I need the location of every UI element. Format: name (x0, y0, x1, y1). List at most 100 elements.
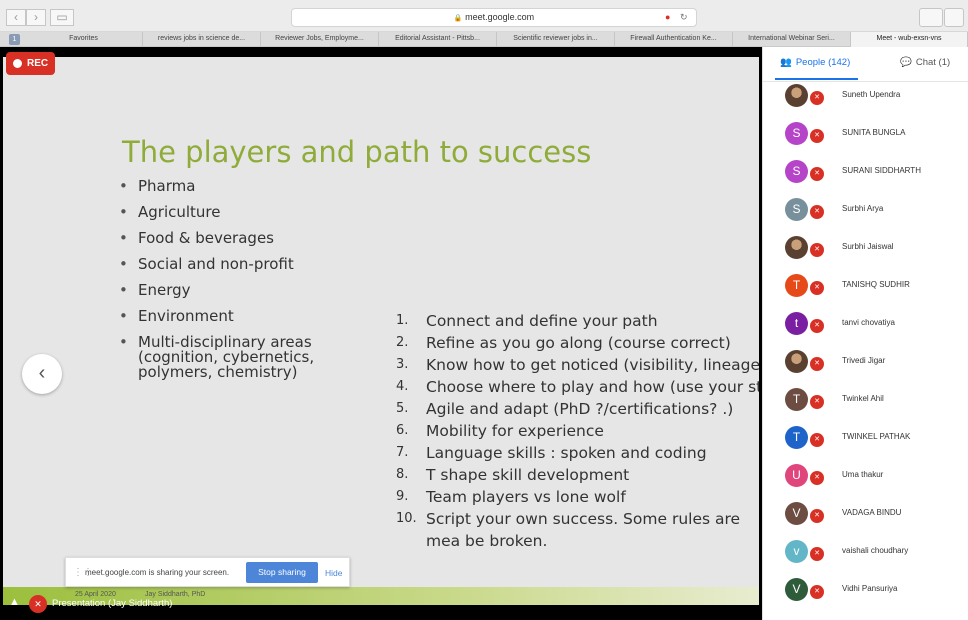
reload-icon[interactable]: ↻ (680, 9, 688, 26)
step-item: 1. Connect and define your path (396, 312, 658, 330)
participant-row[interactable]: ✕ Suneth Upendra (763, 81, 968, 119)
tab-editorial-assistant[interactable]: Editorial Assistant - Pittsb... (379, 32, 497, 47)
avatar: S (785, 198, 808, 221)
forward-button[interactable]: › (26, 9, 46, 26)
people-icon: 👥 (780, 57, 792, 68)
chat-icon: 💬 (900, 57, 912, 68)
shared-slide: The players and path to success Pharma A… (3, 57, 759, 605)
participant-name: Surbhi Arya (842, 204, 884, 213)
mic-off-icon: ✕ (810, 509, 824, 523)
participant-row[interactable]: S ✕ SUNITA BUNGLA (763, 119, 968, 157)
step-item: 4. Choose where to play and how (use your… (396, 378, 759, 396)
mic-icon[interactable]: ● (665, 9, 670, 26)
participant-name: vaishali choudhary (842, 546, 909, 555)
participant-name: Surbhi Jaiswal (842, 242, 894, 251)
participant-row[interactable]: S ✕ Surbhi Arya (763, 195, 968, 233)
step-item: 3. Know how to get noticed (visibility, l… (396, 356, 759, 374)
stop-sharing-button[interactable]: Stop sharing (246, 562, 318, 583)
record-dot-icon (13, 59, 22, 68)
avatar: S (785, 122, 808, 145)
avatar: V (785, 502, 808, 525)
avatar (785, 84, 808, 107)
participant-row[interactable]: t ✕ tanvi chovatiya (763, 309, 968, 347)
back-button[interactable]: ‹ (6, 9, 26, 26)
step-item: 6. Mobility for experience (396, 422, 604, 440)
participant-row[interactable]: V ✕ Vidhi Pansuriya (763, 575, 968, 613)
participant-row[interactable]: S ✕ SURANI SIDDHARTH (763, 157, 968, 195)
sector-item: Energy (119, 283, 314, 299)
recording-badge: REC (6, 52, 55, 75)
tab-reviews-jobs[interactable]: reviews jobs in science de... (143, 32, 261, 47)
address-bar[interactable]: 🔒 meet.google.com ● ↻ (291, 8, 697, 27)
hide-sharing-bar-link[interactable]: Hide (325, 568, 342, 578)
participant-row[interactable]: ✕ Trivedi Jigar (763, 347, 968, 385)
tabs-overview-icon[interactable] (944, 8, 964, 27)
avatar: T (785, 426, 808, 449)
mic-off-icon: ✕ (810, 357, 824, 371)
sidebar-toggle-icon[interactable]: ▭ (50, 9, 74, 26)
participant-row[interactable]: T ✕ TWINKEL PATHAK (763, 423, 968, 461)
mic-off-icon: ✕ (810, 471, 824, 485)
mic-off-icon: ✕ (810, 129, 824, 143)
mic-off-icon: ✕ (810, 585, 824, 599)
participant-row[interactable]: V ✕ VADAGA BINDU (763, 499, 968, 537)
participant-row[interactable]: T ✕ TANISHQ SUDHIR (763, 271, 968, 309)
participant-name: SURANI SIDDHARTH (842, 166, 921, 175)
mic-off-icon: ✕ (810, 167, 824, 181)
tab-reviewer-jobs[interactable]: Reviewer Jobs, Employme... (261, 32, 379, 47)
tab-favorites[interactable]: Favorites (25, 32, 143, 47)
slide-title: The players and path to success (122, 135, 592, 169)
tab-meet[interactable]: Meet - wub-exsn-vns (851, 32, 968, 47)
presenter-mic-off-icon: ✕ (29, 595, 47, 613)
lock-icon: 🔒 (453, 15, 463, 22)
avatar: U (785, 464, 808, 487)
avatar: T (785, 388, 808, 411)
mic-off-icon: ✕ (810, 395, 824, 409)
mic-off-icon: ✕ (810, 91, 824, 105)
participant-row[interactable]: T ✕ Twinkel Ahil (763, 385, 968, 423)
mic-off-icon: ✕ (810, 547, 824, 561)
avatar: T (785, 274, 808, 297)
tab-scientific-reviewer[interactable]: Scientific reviewer jobs in... (497, 32, 615, 47)
participant-name: SUNITA BUNGLA (842, 128, 906, 137)
previous-slide-button[interactable]: ‹ (22, 354, 62, 394)
avatar: t (785, 312, 808, 335)
tab-chat[interactable]: 💬 Chat (1) (900, 57, 950, 68)
sector-item: Pharma (119, 179, 314, 195)
tab-people[interactable]: 👥 People (142) (780, 57, 850, 68)
chevron-left-icon: ‹ (38, 362, 46, 384)
success-steps-list: 1. Connect and define your path 2. Refine … (396, 310, 759, 552)
sharing-notice: meet.google.com is sharing your screen. (85, 568, 230, 577)
pin-icon[interactable]: ▲ (9, 596, 20, 608)
participant-name: TWINKEL PATHAK (842, 432, 911, 441)
participant-name: Trivedi Jigar (842, 356, 886, 365)
participant-row[interactable]: U ✕ Uma thakur (763, 461, 968, 499)
share-icon[interactable] (919, 8, 943, 27)
screen: ‹ › ▭ 🔒 meet.google.com ● ↻ 1 Favorites … (0, 0, 968, 620)
step-item: 10. Script your own success. Some rules a… (396, 510, 741, 550)
sector-item: Agriculture (119, 205, 314, 221)
sector-item: Food & beverages (119, 231, 314, 247)
participant-row[interactable]: v ✕ vaishali choudhary (763, 537, 968, 575)
mic-off-icon: ✕ (810, 281, 824, 295)
step-item: 8. T shape skill development (396, 466, 630, 484)
tab-firewall-auth[interactable]: Firewall Authentication Ke... (615, 32, 733, 47)
mic-off-icon: ✕ (810, 205, 824, 219)
participant-name: VADAGA BINDU (842, 508, 902, 517)
mic-off-icon: ✕ (810, 243, 824, 257)
step-item: 9. Team players vs lone wolf (396, 488, 626, 506)
avatar: V (785, 578, 808, 601)
mic-off-icon: ✕ (810, 319, 824, 333)
browser-toolbar: ‹ › ▭ 🔒 meet.google.com ● ↻ (0, 0, 968, 32)
step-item: 7. Language skills : spoken and coding (396, 444, 707, 462)
tab-webinar[interactable]: International Webinar Seri... (733, 32, 851, 47)
participant-row[interactable]: ✕ Surbhi Jaiswal (763, 233, 968, 271)
screen-sharing-bar: ⋮⋮ meet.google.com is sharing your scree… (65, 557, 350, 587)
participant-name: Suneth Upendra (842, 90, 901, 99)
tab-bar: 1 Favorites reviews jobs in science de..… (0, 32, 968, 47)
sector-item: Social and non-profit (119, 257, 314, 273)
sector-item: Multi-disciplinary areas (cognition, cyb… (119, 335, 314, 380)
participants-panel: 👥 People (142) 💬 Chat (1) ✕ Suneth Upendra S… (762, 47, 968, 620)
participant-name: TANISHQ SUDHIR (842, 280, 910, 289)
active-tab-indicator (775, 78, 858, 80)
